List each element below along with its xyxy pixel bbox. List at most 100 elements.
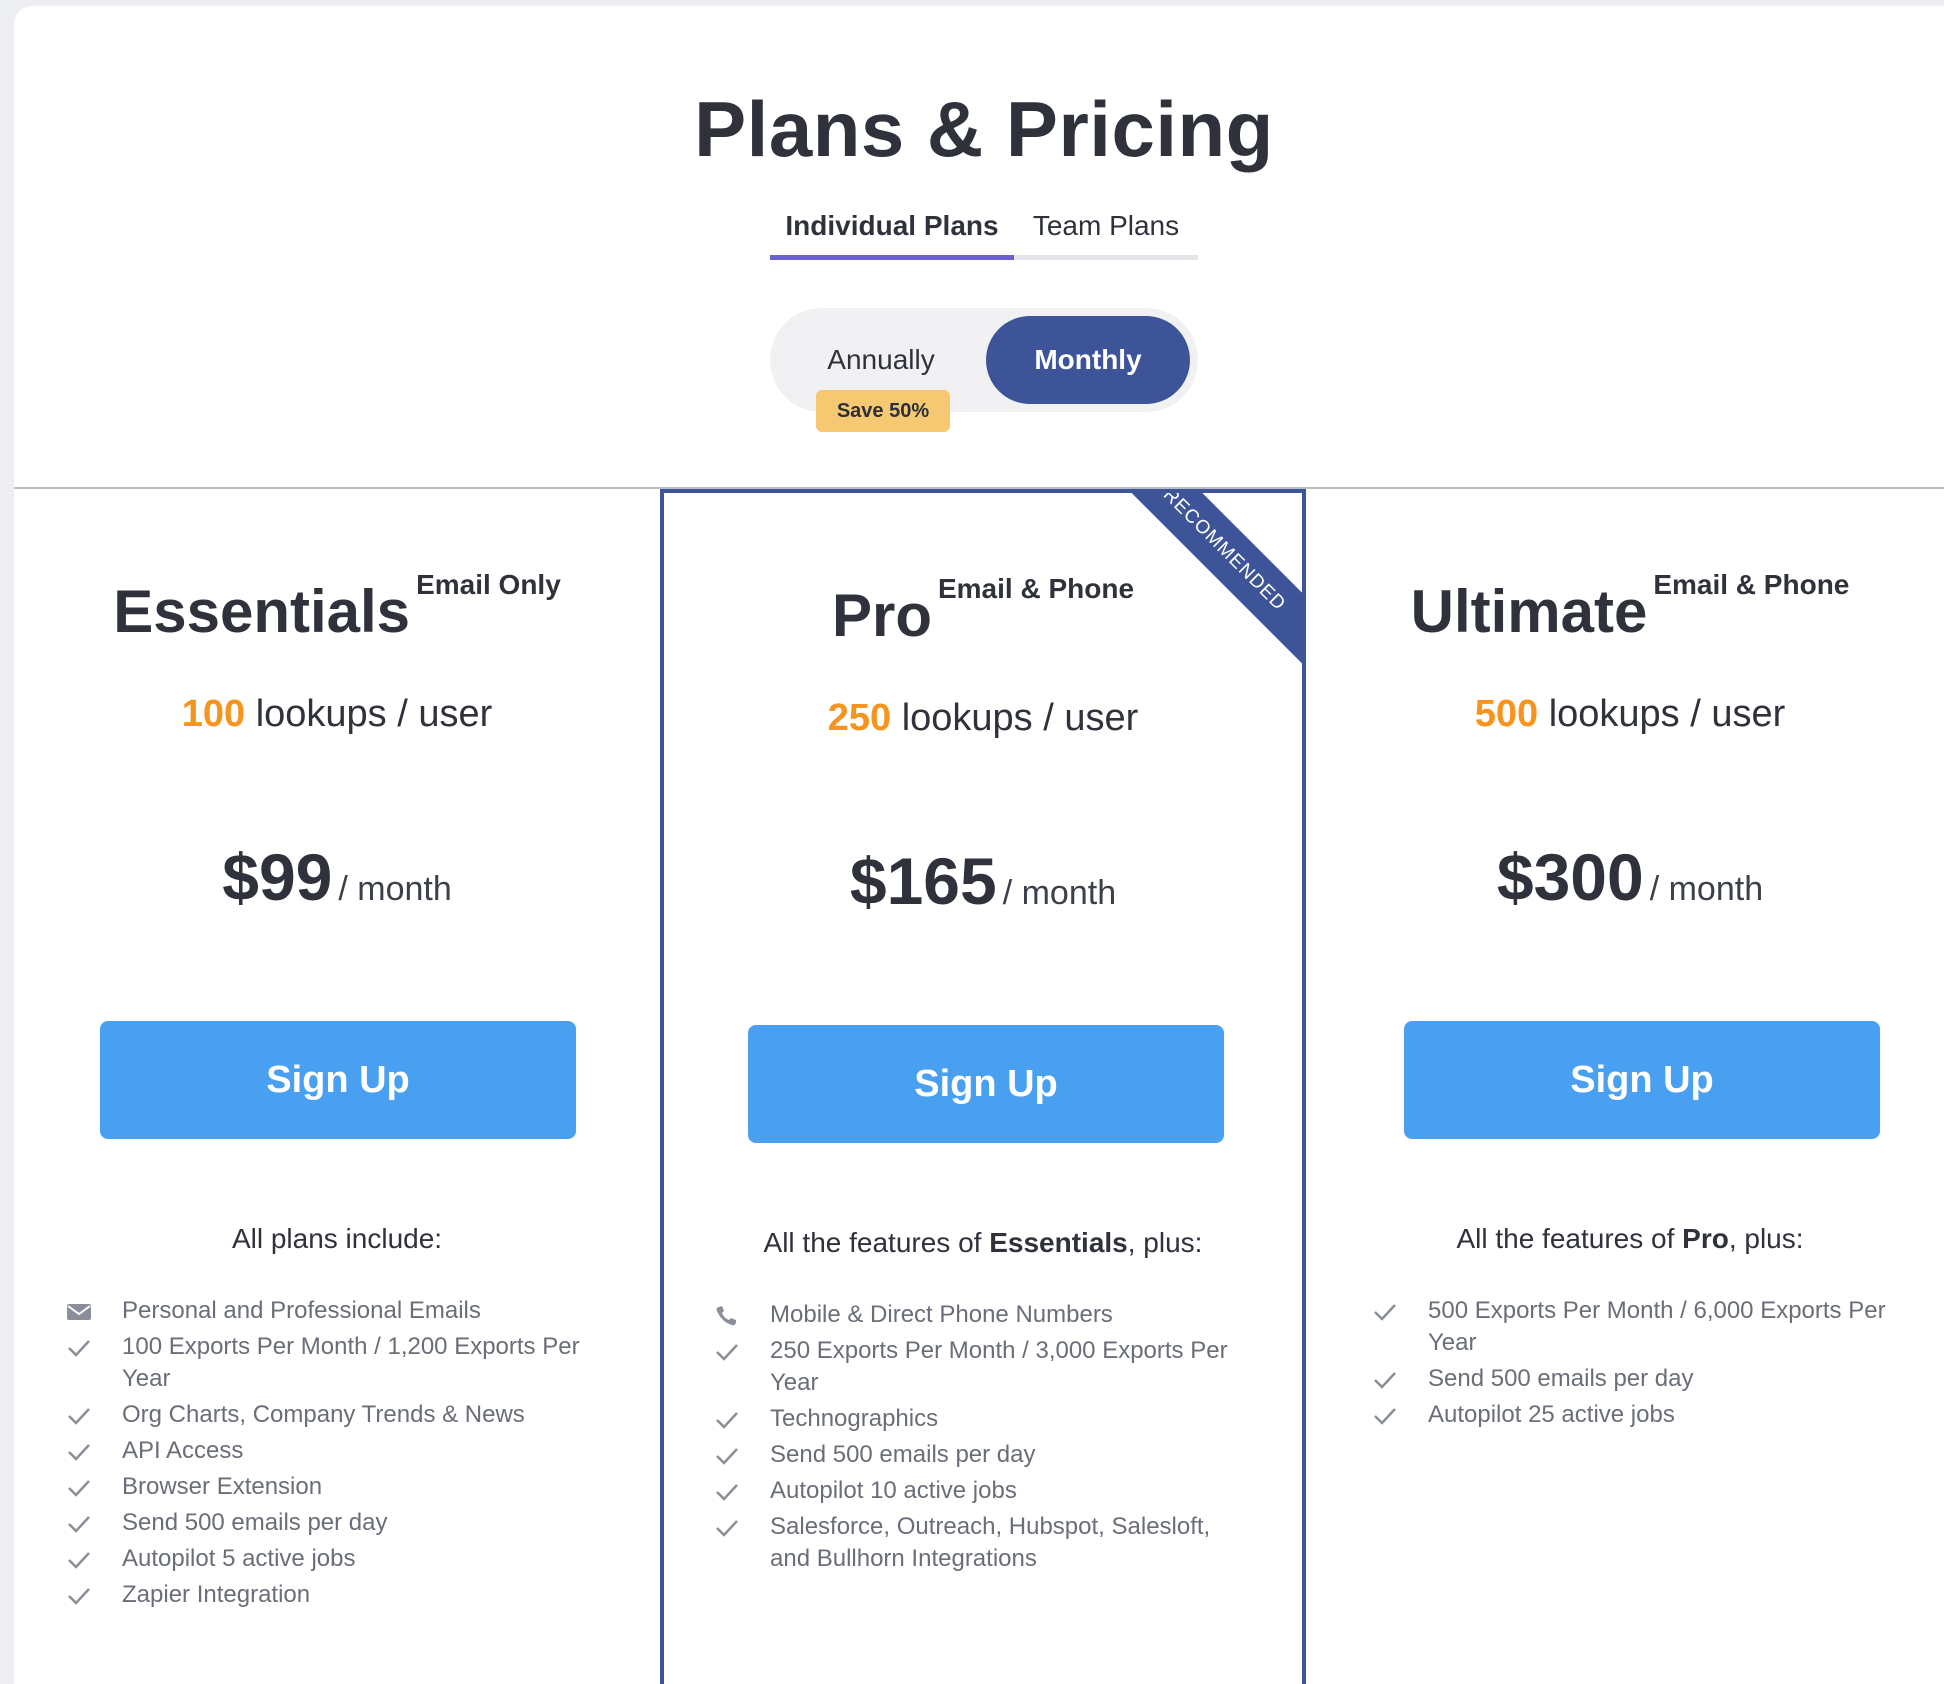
pricing-page: Plans & Pricing Individual Plans Team Pl… bbox=[14, 6, 1944, 1684]
features-list: 500 Exports Per Month / 6,000 Exports Pe… bbox=[1372, 1295, 1912, 1435]
plan-lookups: 250 lookups / user bbox=[664, 697, 1302, 740]
sign-up-button[interactable]: Sign Up bbox=[1404, 1021, 1880, 1139]
list-item: Zapier Integration bbox=[66, 1579, 626, 1611]
lookups-label: lookups / user bbox=[901, 697, 1139, 739]
feature-text: 250 Exports Per Month / 3,000 Exports Pe… bbox=[770, 1337, 1228, 1396]
features-prefix: All the features of bbox=[763, 1227, 990, 1258]
price-period: / month bbox=[1649, 870, 1764, 908]
feature-text: Send 500 emails per day bbox=[1428, 1365, 1694, 1392]
list-item: 250 Exports Per Month / 3,000 Exports Pe… bbox=[714, 1335, 1254, 1399]
plan-price: $165/ month bbox=[664, 843, 1302, 919]
plan-tag: Email Only bbox=[416, 569, 561, 600]
feature-text: 100 Exports Per Month / 1,200 Exports Pe… bbox=[122, 1333, 580, 1392]
feature-text: Org Charts, Company Trends & News bbox=[122, 1401, 525, 1428]
list-item: Autopilot 5 active jobs bbox=[66, 1543, 626, 1575]
check-icon bbox=[716, 1412, 738, 1429]
save-badge: Save 50% bbox=[816, 390, 950, 432]
features-prefix: All the features of bbox=[1456, 1223, 1683, 1254]
plan-name: Essentials bbox=[113, 578, 411, 645]
features-suffix: , plus: bbox=[1728, 1223, 1804, 1254]
lookups-count: 100 bbox=[181, 693, 246, 735]
features-list: Mobile & Direct Phone Numbers 250 Export… bbox=[714, 1299, 1254, 1579]
list-item: Browser Extension bbox=[66, 1471, 626, 1503]
plan-card-ultimate: Ultimate Email & Phone 500 lookups / user… bbox=[1306, 489, 1944, 1684]
feature-text: Mobile & Direct Phone Numbers bbox=[770, 1301, 1113, 1328]
feature-text: Personal and Professional Emails bbox=[122, 1297, 481, 1324]
plan-price: $300/ month bbox=[1306, 839, 1944, 915]
sign-up-button[interactable]: Sign Up bbox=[748, 1025, 1224, 1143]
list-item: API Access bbox=[66, 1435, 626, 1467]
check-icon bbox=[716, 1520, 738, 1537]
check-icon bbox=[68, 1444, 90, 1461]
feature-text: Salesforce, Outreach, Hubspot, Salesloft… bbox=[770, 1513, 1211, 1572]
feature-text: Autopilot 5 active jobs bbox=[122, 1545, 356, 1572]
list-item: Autopilot 25 active jobs bbox=[1372, 1399, 1912, 1431]
list-item: 500 Exports Per Month / 6,000 Exports Pe… bbox=[1372, 1295, 1912, 1359]
list-item: Mobile & Direct Phone Numbers bbox=[714, 1299, 1254, 1331]
feature-text: Autopilot 25 active jobs bbox=[1428, 1401, 1675, 1428]
features-title: All plans include: bbox=[231, 1223, 443, 1254]
plan-card-pro: RECOMMENDED Pro Email & Phone 250 lookups… bbox=[660, 489, 1306, 1684]
plan-header: Essentials Email Only bbox=[14, 569, 660, 646]
lookups-count: 250 bbox=[827, 697, 892, 739]
plan-tabs: Individual Plans Team Plans bbox=[770, 206, 1198, 260]
lookups-label: lookups / user bbox=[255, 693, 493, 735]
features-bold: Pro bbox=[1682, 1223, 1729, 1254]
lookups-label: lookups / user bbox=[1548, 693, 1786, 735]
monthly-option[interactable]: Monthly bbox=[986, 316, 1190, 404]
plan-tag: Email & Phone bbox=[1653, 569, 1850, 600]
feature-text: Send 500 emails per day bbox=[770, 1441, 1036, 1468]
check-icon bbox=[716, 1484, 738, 1501]
features-bold: Essentials bbox=[989, 1227, 1128, 1258]
check-icon bbox=[68, 1340, 90, 1357]
price-period: / month bbox=[338, 870, 452, 908]
envelope-icon bbox=[67, 1304, 91, 1320]
lookups-count: 500 bbox=[1474, 693, 1539, 735]
features-title: All the features of Pro, plus: bbox=[1306, 1223, 1944, 1255]
features-suffix: , plus: bbox=[1127, 1227, 1203, 1258]
plan-card-essentials: Essentials Email Only 100 lookups / user … bbox=[14, 489, 660, 1684]
check-icon bbox=[68, 1588, 90, 1605]
check-icon bbox=[1374, 1304, 1396, 1321]
feature-text: Send 500 emails per day bbox=[122, 1509, 388, 1536]
features-list: Personal and Professional Emails 100 Exp… bbox=[66, 1295, 626, 1615]
check-icon bbox=[1374, 1372, 1396, 1389]
plan-tag: Email & Phone bbox=[937, 573, 1135, 604]
tab-individual-plans[interactable]: Individual Plans bbox=[770, 206, 1014, 260]
list-item: Org Charts, Company Trends & News bbox=[66, 1399, 626, 1431]
check-icon bbox=[716, 1448, 738, 1465]
list-item: Technographics bbox=[714, 1403, 1254, 1435]
plan-header: Pro Email & Phone bbox=[664, 573, 1302, 650]
list-item: Salesforce, Outreach, Hubspot, Salesloft… bbox=[714, 1511, 1254, 1575]
price-amount: $99 bbox=[222, 840, 333, 914]
price-amount: $165 bbox=[849, 844, 997, 918]
check-icon bbox=[1374, 1408, 1396, 1425]
plan-lookups: 500 lookups / user bbox=[1306, 693, 1944, 736]
sign-up-button[interactable]: Sign Up bbox=[100, 1021, 576, 1139]
plan-lookups: 100 lookups / user bbox=[14, 693, 660, 736]
list-item: 100 Exports Per Month / 1,200 Exports Pe… bbox=[66, 1331, 626, 1395]
list-item: Autopilot 10 active jobs bbox=[714, 1475, 1254, 1507]
check-icon bbox=[68, 1408, 90, 1425]
phone-icon bbox=[716, 1306, 736, 1326]
feature-text: API Access bbox=[122, 1437, 244, 1464]
price-period: / month bbox=[1002, 874, 1117, 912]
check-icon bbox=[68, 1552, 90, 1569]
list-item: Send 500 emails per day bbox=[714, 1439, 1254, 1471]
feature-text: 500 Exports Per Month / 6,000 Exports Pe… bbox=[1428, 1297, 1886, 1356]
list-item: Send 500 emails per day bbox=[66, 1507, 626, 1539]
features-title: All the features of Essentials, plus: bbox=[664, 1227, 1302, 1259]
price-amount: $300 bbox=[1496, 840, 1644, 914]
plan-name: Pro bbox=[831, 582, 932, 649]
check-icon bbox=[716, 1344, 738, 1361]
feature-text: Technographics bbox=[770, 1405, 939, 1432]
feature-text: Autopilot 10 active jobs bbox=[770, 1477, 1017, 1504]
list-item: Personal and Professional Emails bbox=[66, 1295, 626, 1327]
feature-text: Zapier Integration bbox=[122, 1581, 311, 1608]
check-icon bbox=[68, 1516, 90, 1533]
page-title: Plans & Pricing bbox=[694, 85, 1274, 173]
tab-team-plans[interactable]: Team Plans bbox=[1014, 206, 1198, 260]
check-icon bbox=[68, 1480, 90, 1497]
feature-text: Browser Extension bbox=[122, 1473, 323, 1500]
list-item: Send 500 emails per day bbox=[1372, 1363, 1912, 1395]
